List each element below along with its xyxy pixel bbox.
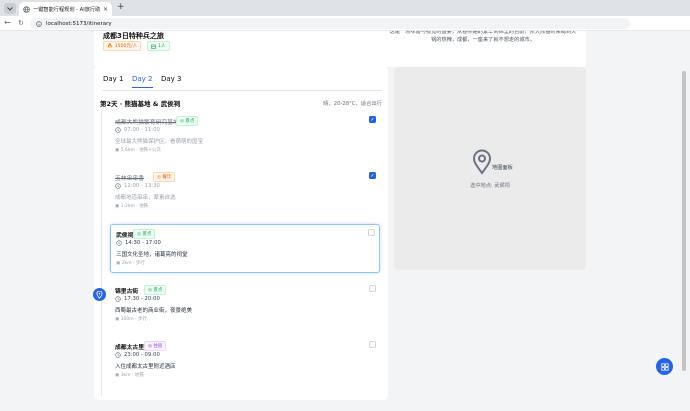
- weather-text: 晴，20-28°C，适合出行: [323, 101, 382, 107]
- budget-badge: 🔥 1500元/人: [103, 41, 142, 51]
- clock-icon: [116, 240, 122, 246]
- page-content: 成都3日特种兵之旅 🔥 1500元/人 1人 这是一场味蕾与视觉的盛宴，从春熙路…: [0, 31, 690, 411]
- item-name: 锦里古街: [115, 289, 139, 295]
- map-title: 地图面板: [492, 165, 513, 171]
- item-checkbox[interactable]: [369, 285, 376, 292]
- map-panel: 地图面板 选中地点: 武侯祠: [394, 67, 586, 270]
- category-tag: ◎ 景点: [144, 285, 167, 295]
- browser-chrome: 一键智能行程规划 - AI旅行助手 ✕ + ← ↻ localhost:5173…: [0, 0, 690, 31]
- globe-icon: [23, 5, 30, 13]
- item-name: 武侯祠: [116, 233, 134, 239]
- item-time: 07:00 - 11:00: [124, 127, 160, 133]
- item-time-row: 12:00 - 13:30: [115, 183, 160, 189]
- category-tag: ◎ 住宿: [144, 341, 167, 351]
- category-tag: ◎ 景点: [133, 229, 156, 239]
- page-scrollbar[interactable]: [682, 71, 686, 371]
- tab-bar: 一键智能行程规划 - AI旅行助手 ✕ +: [0, 0, 690, 16]
- category-tag-label: 景点: [185, 119, 195, 124]
- calendar-icon: [151, 44, 156, 49]
- clock-icon: [115, 352, 121, 358]
- people-text: 1人: [158, 44, 166, 49]
- item-note: 三国文化圣地，诸葛亮的祠堂: [116, 252, 188, 258]
- url-text: localhost:5173/itinerary: [46, 20, 112, 27]
- site-info-icon[interactable]: [36, 20, 42, 27]
- browser-tab[interactable]: 一键智能行程规划 - AI旅行助手 ✕: [19, 2, 112, 16]
- item-transport: ▣ 3km · 地铁: [115, 373, 144, 378]
- map-pin-icon: [96, 290, 103, 299]
- tab-day-3[interactable]: Day 3: [161, 75, 182, 87]
- item-transport-text: 2km · 步行: [121, 261, 145, 266]
- item-time: 17:30 - 20:00: [124, 296, 160, 302]
- item-time-row: 14:30 - 17:00: [116, 240, 161, 246]
- itinerary-item[interactable]: 成都太古里 ◎ 住宿 23:00 - 09:00 入住成都太古里附近酒店 ▣ 3…: [110, 337, 380, 383]
- item-checkbox[interactable]: ✓: [369, 116, 376, 123]
- item-checkbox[interactable]: [369, 341, 376, 348]
- tab-title: 一键智能行程规划 - AI旅行助手: [33, 6, 100, 13]
- tab-day-2[interactable]: Day 2: [132, 75, 153, 88]
- budget-text: 1500元/人: [114, 44, 138, 49]
- tab-search-button[interactable]: [4, 3, 16, 14]
- reload-icon[interactable]: ↻: [18, 19, 24, 27]
- category-tag-label: 餐饮: [162, 175, 172, 180]
- item-name: 玉林串串香: [115, 176, 144, 182]
- people-badge: 1人: [147, 41, 170, 51]
- timeline-line: [101, 111, 102, 396]
- layout-grid-button[interactable]: [656, 358, 673, 375]
- item-time: 23:00 - 09:00: [124, 352, 160, 358]
- item-transport: ▣ 2km · 步行: [116, 261, 145, 266]
- item-time-row: 23:00 - 09:00: [115, 352, 160, 358]
- close-tab-icon[interactable]: ✕: [103, 6, 108, 13]
- trip-header-card: 成都3日特种兵之旅 🔥 1500元/人 1人 这是一场味蕾与视觉的盛宴，从春熙路…: [94, 31, 586, 67]
- item-time-row: 17:30 - 20:00: [115, 296, 160, 302]
- trip-description: 这是一场味蕾与视觉的盛宴，从春熙路的繁华到锦里的古韵，从大熊猫的呆萌到火锅的热辣…: [389, 31, 577, 43]
- item-name: 成都太古里: [115, 345, 144, 351]
- clock-icon: [115, 183, 121, 189]
- itinerary-item[interactable]: 成都大熊猫繁育研究基地 ◎ 景点 07:00 - 11:00 全球最大熊猫保护区…: [110, 112, 380, 158]
- item-transport-text: 1.2km · 地铁: [120, 204, 149, 209]
- map-selected-location: 选中地点: 武侯祠: [470, 183, 510, 189]
- item-note: 成都地道串串，荤素自选: [115, 195, 176, 201]
- tabs-divider: [102, 90, 382, 91]
- trip-title: 成都3日特种兵之旅: [103, 32, 164, 40]
- fire-icon: 🔥: [107, 43, 113, 49]
- item-name: 成都大熊猫繁育研究基地: [115, 120, 179, 126]
- category-tag-label: 景点: [153, 288, 163, 293]
- tab-day-1[interactable]: Day 1: [103, 75, 124, 87]
- address-bar[interactable]: localhost:5173/itinerary: [30, 18, 630, 29]
- nav-bar: ← ↻ localhost:5173/itinerary: [0, 16, 690, 31]
- item-transport-text: 300m · 步行: [120, 317, 147, 322]
- clock-icon: [115, 296, 121, 302]
- itinerary-panel: Day 1 Day 2 Day 3 第2天 · 熊猫基地 & 武侯祠 晴，20-…: [93, 67, 388, 400]
- item-checkbox[interactable]: ✓: [369, 172, 376, 179]
- category-tag: ◎ 景点: [176, 116, 199, 126]
- item-note: 西蜀最古老的商业街，夜景绝美: [115, 308, 193, 314]
- item-note: 入住成都太古里附近酒店: [115, 364, 176, 370]
- item-time: 14:30 - 17:00: [125, 240, 161, 246]
- item-transport: ▣ 300m · 步行: [115, 317, 147, 322]
- new-tab-button[interactable]: +: [117, 2, 125, 12]
- item-transport-text: 3km · 地铁: [120, 373, 144, 378]
- item-transport: ▣ 1.2km · 地铁: [115, 204, 149, 209]
- itinerary-item[interactable]: 武侯祠 ◎ 景点 14:30 - 17:00 三国文化圣地，诸葛亮的祠堂 ▣ 2…: [110, 224, 380, 273]
- item-transport-text: 5.6km · 地铁+公交: [120, 148, 161, 153]
- item-note: 全球最大熊猫保护区，看萌萌的国宝: [115, 139, 204, 145]
- day-title: 第2天 · 熊猫基地 & 武侯祠: [100, 100, 181, 108]
- category-tag: ◎ 餐饮: [153, 172, 176, 182]
- item-checkbox[interactable]: [368, 229, 375, 236]
- itinerary-item[interactable]: 玉林串串香 ◎ 餐饮 12:00 - 13:30 成都地道串串，荤素自选 ▣ 1…: [110, 168, 380, 214]
- grid-icon: [660, 362, 669, 371]
- item-time: 12:00 - 13:30: [124, 183, 160, 189]
- clock-icon: [115, 127, 121, 133]
- back-icon[interactable]: ←: [4, 18, 11, 27]
- item-time-row: 07:00 - 11:00: [115, 127, 160, 133]
- item-transport: ▣ 5.6km · 地铁+公交: [115, 148, 161, 153]
- category-tag-label: 住宿: [153, 344, 163, 349]
- category-tag-label: 景点: [142, 232, 152, 237]
- map-pin-icon: [472, 149, 492, 175]
- current-location-marker: [93, 288, 106, 301]
- chevron-down-icon: [7, 6, 13, 11]
- itinerary-item[interactable]: 锦里古街 ◎ 景点 17:30 - 20:00 西蜀最古老的商业街，夜景绝美 ▣…: [110, 281, 380, 327]
